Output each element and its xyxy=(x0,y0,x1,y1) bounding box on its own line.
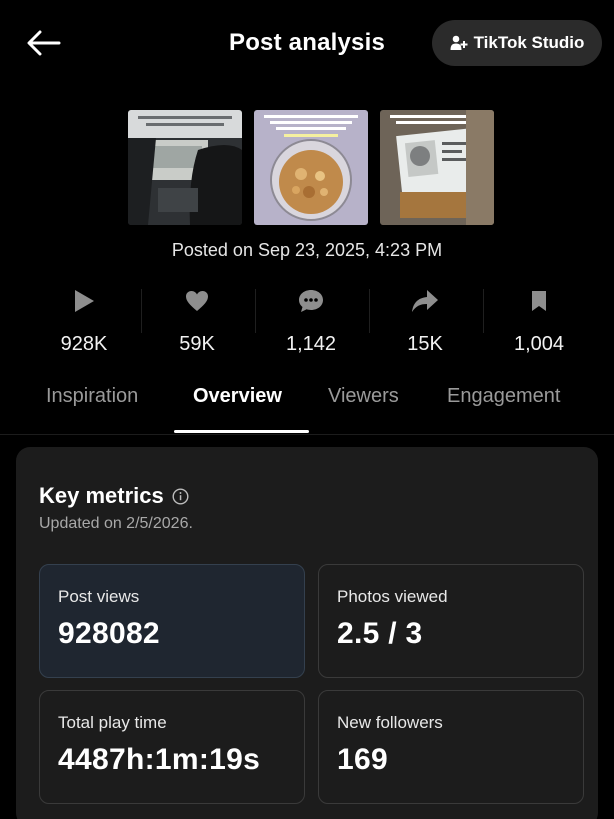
thumbnail-2[interactable] xyxy=(254,110,368,225)
metric-label: Photos viewed xyxy=(337,587,448,606)
stat-plays: 928K xyxy=(24,283,144,363)
active-tab-indicator xyxy=(174,430,309,433)
metric-value: 169 xyxy=(337,743,388,776)
post-analysis-screen: Post analysis TikTok Studio Posted on Se… xyxy=(0,0,614,819)
heart-icon xyxy=(186,291,208,311)
back-button[interactable] xyxy=(24,25,64,61)
metric-value: 2.5 / 3 xyxy=(337,617,423,650)
play-icon xyxy=(75,290,94,312)
stat-shares: 15K xyxy=(365,283,485,363)
analysis-tabs: Inspiration Overview Viewers Engagement xyxy=(0,385,614,435)
post-stats: 928K 59K 1,142 15K 1,004 xyxy=(0,283,614,363)
post-thumbnails xyxy=(0,110,614,226)
info-icon[interactable] xyxy=(172,487,189,505)
stat-likes: 59K xyxy=(137,283,257,363)
stat-comments-value: 1,142 xyxy=(285,333,337,355)
metric-label: Post views xyxy=(58,587,140,606)
posted-date: Posted on Sep 23, 2025, 4:23 PM xyxy=(171,240,443,260)
stat-saves-value: 1,004 xyxy=(513,333,565,355)
stat-comments: 1,142 xyxy=(251,283,371,363)
stat-shares-value: 15K xyxy=(407,333,443,355)
stat-saves: 1,004 xyxy=(479,283,599,363)
key-metrics-panel: Key metrics Updated on 2/5/2026. Post vi… xyxy=(16,447,598,819)
tiktok-studio-button[interactable]: TikTok Studio xyxy=(432,20,602,66)
tabs-divider xyxy=(0,434,614,435)
tab-engagement[interactable]: Engagement xyxy=(447,385,560,433)
metric-card-new-followers[interactable]: New followers 169 xyxy=(318,690,584,804)
tiktok-studio-label: TikTok Studio xyxy=(473,33,585,52)
metric-card-total-play-time[interactable]: Total play time 4487h:1m:19s xyxy=(39,690,305,804)
tab-inspiration[interactable]: Inspiration xyxy=(46,385,138,433)
metric-value: 4487h:1m:19s xyxy=(58,743,261,776)
thumbnail-3[interactable] xyxy=(380,110,494,225)
bookmark-icon xyxy=(532,291,546,311)
tab-viewers[interactable]: Viewers xyxy=(328,385,399,433)
comment-icon xyxy=(299,290,323,312)
metric-value: 928082 xyxy=(58,617,160,650)
stat-likes-value: 59K xyxy=(179,333,215,355)
metric-card-photos-viewed[interactable]: Photos viewed 2.5 / 3 xyxy=(318,564,584,678)
stat-plays-value: 928K xyxy=(60,333,108,355)
key-metrics-title: Key metrics xyxy=(39,483,164,508)
tab-overview[interactable]: Overview xyxy=(193,385,282,433)
key-metrics-heading: Key metrics xyxy=(39,483,189,509)
user-plus-icon xyxy=(450,35,468,50)
metric-card-post-views[interactable]: Post views 928082 xyxy=(39,564,305,678)
thumbnail-1[interactable] xyxy=(128,110,242,225)
share-icon xyxy=(412,290,438,312)
metric-label: New followers xyxy=(337,713,443,732)
back-arrow-icon xyxy=(27,30,61,56)
metric-label: Total play time xyxy=(58,713,167,732)
key-metrics-updated: Updated on 2/5/2026. xyxy=(39,515,193,532)
header: Post analysis TikTok Studio xyxy=(0,0,614,88)
